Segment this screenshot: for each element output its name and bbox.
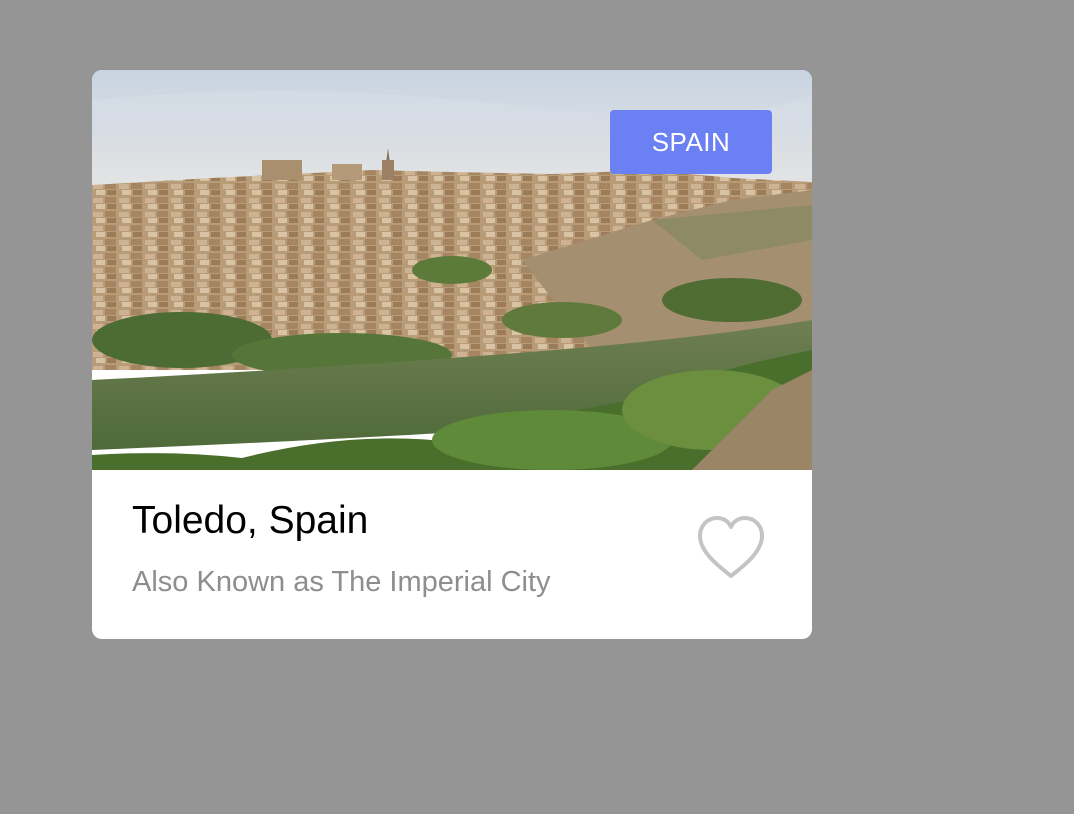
card-subtitle: Also Known as The Imperial City — [132, 566, 551, 598]
card-title: Toledo, Spain — [132, 499, 369, 542]
heart-icon[interactable] — [694, 512, 768, 582]
destination-card[interactable]: SPAIN Toledo, Spain Also Known as The Im… — [92, 70, 812, 639]
country-badge[interactable]: SPAIN — [610, 110, 772, 174]
